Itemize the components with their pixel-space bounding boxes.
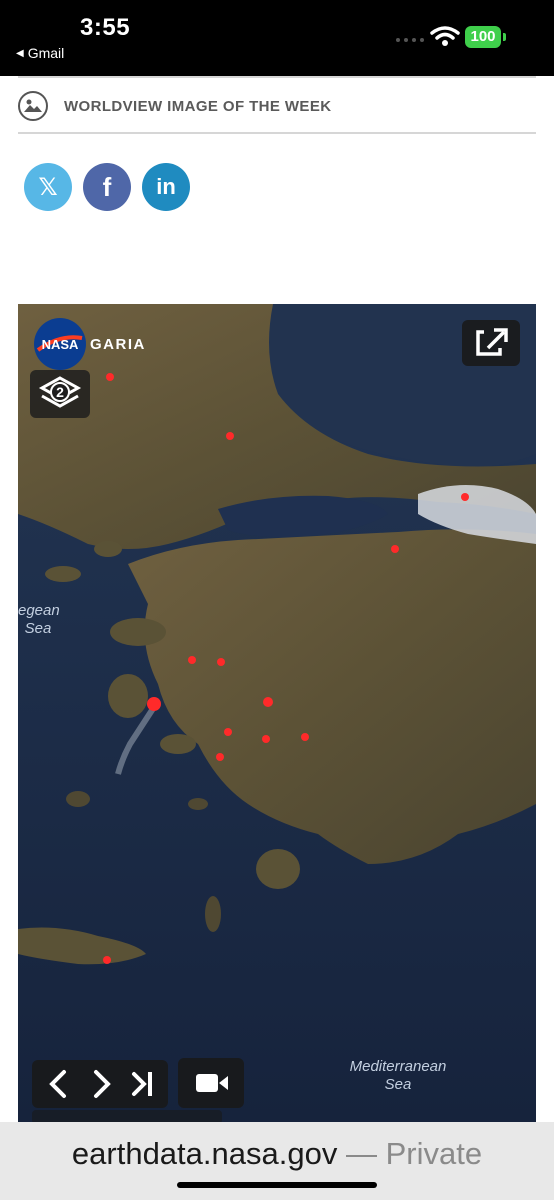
share-x-button[interactable]: 𝕏 xyxy=(24,163,72,211)
layers-count: 2 xyxy=(56,384,64,400)
skip-to-last-button[interactable] xyxy=(124,1060,164,1108)
battery-indicator: 100 xyxy=(465,26,501,48)
satellite-imagery xyxy=(18,304,536,1122)
next-button[interactable] xyxy=(82,1060,122,1108)
section-header: WORLDVIEW IMAGE OF THE WEEK xyxy=(18,84,536,128)
back-arrow-icon: ◀ xyxy=(16,47,24,59)
share-linkedin-button[interactable]: in xyxy=(142,163,190,211)
mediterranean-sea-label: Mediterranean Sea xyxy=(318,1058,478,1094)
url-text[interactable]: earthdata.nasa.gov — Private xyxy=(0,1136,554,1172)
address-bar[interactable]: earthdata.nasa.gov — Private xyxy=(0,1122,554,1200)
linkedin-icon: in xyxy=(156,174,176,199)
aegean-line2: Sea xyxy=(24,620,52,637)
previous-button[interactable] xyxy=(38,1060,78,1108)
battery-cap xyxy=(503,33,506,41)
share-facebook-button[interactable]: f xyxy=(83,163,131,211)
image-icon xyxy=(18,91,48,121)
top-divider xyxy=(18,76,536,78)
mediterranean-line2: Sea xyxy=(384,1076,412,1093)
nasa-logo[interactable]: NASA xyxy=(32,316,88,372)
private-mode-label: Private xyxy=(385,1136,483,1171)
aegean-line1: egean xyxy=(18,602,60,619)
aegean-sea-label: egean Sea xyxy=(18,602,60,638)
timeline-nav xyxy=(32,1060,168,1108)
back-app-label: Gmail xyxy=(27,45,65,61)
cellular-signal-icon xyxy=(396,38,424,42)
external-link-icon xyxy=(476,328,508,356)
video-button[interactable] xyxy=(178,1058,244,1108)
home-indicator[interactable] xyxy=(177,1182,377,1188)
section-divider xyxy=(18,132,536,134)
status-time: 3:55 xyxy=(80,14,131,41)
url-domain: earthdata.nasa.gov xyxy=(71,1136,338,1171)
facebook-icon: f xyxy=(102,171,112,202)
open-external-button[interactable] xyxy=(462,320,520,366)
country-label: GARIA xyxy=(90,336,146,353)
back-to-app-button[interactable]: ◀ Gmail xyxy=(16,45,64,61)
mediterranean-line1: Mediterranean xyxy=(349,1058,447,1075)
layers-button[interactable]: 2 xyxy=(30,370,90,418)
worldview-map[interactable]: GARIA egean Sea Mediterranean Sea NASA 2 xyxy=(18,304,536,1122)
url-separator: — xyxy=(345,1136,377,1171)
section-title: WORLDVIEW IMAGE OF THE WEEK xyxy=(64,97,332,115)
video-camera-icon xyxy=(196,1074,228,1092)
x-icon: 𝕏 xyxy=(38,173,58,201)
layers-icon: 2 xyxy=(38,376,82,408)
nasa-logo-text: NASA xyxy=(42,337,79,352)
partial-control-bar[interactable] xyxy=(32,1110,222,1122)
wifi-icon xyxy=(430,26,460,46)
status-bar: 3:55 ◀ Gmail 100 xyxy=(0,0,554,76)
